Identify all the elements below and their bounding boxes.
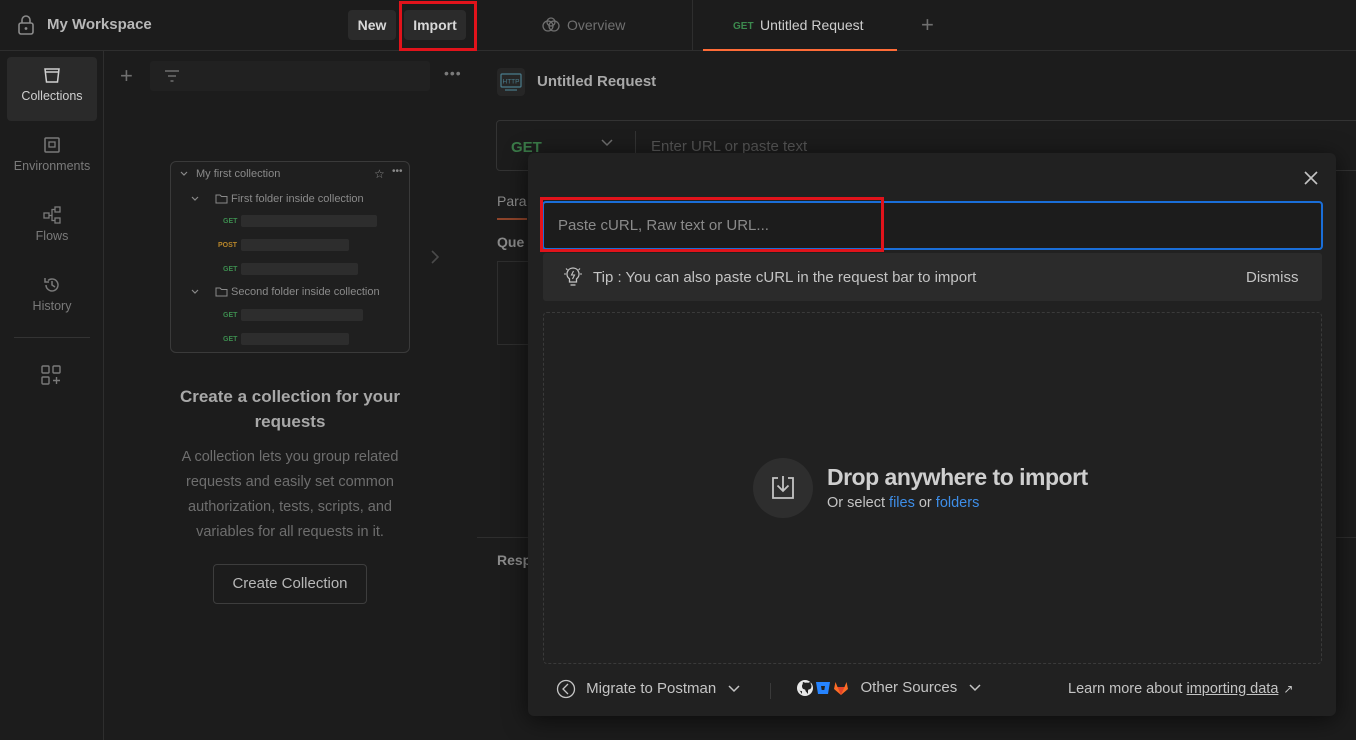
drop-sub-or: or [914,495,936,511]
preview-request-bar [241,333,349,345]
footer-divider [770,683,771,699]
top-bar: My Workspace New Import Overview GET Unt… [0,0,1356,51]
preview-request-bar [241,215,377,227]
rail-item-history[interactable]: History [7,267,97,331]
empty-state-title: Create a collection for your requests [179,387,401,431]
gitlab-icon [834,682,849,696]
create-collection-button[interactable]: Create Collection [213,564,367,604]
rail-item-flows[interactable]: Flows [7,197,97,261]
tab-untitled-request[interactable]: GET Untitled Request [703,0,897,51]
folder-icon [215,287,228,297]
collection-preview: My first collection ☆ ••• First folder i… [170,161,410,353]
chevron-down-icon [728,685,740,693]
close-icon[interactable] [1302,169,1320,187]
lightbulb-icon [564,267,582,286]
preview-folder-2: Second folder inside collection [231,286,380,298]
collections-icon [44,68,60,83]
learn-prefix: Learn more about [1068,681,1187,697]
import-icon [753,458,813,518]
tab-overview[interactable]: Overview [567,17,625,33]
preview-method: GET [223,336,238,343]
rail-divider [14,337,90,338]
chevron-down-icon [180,171,188,176]
importing-data-link[interactable]: importing data [1187,681,1279,697]
preview-method: GET [223,312,238,319]
svg-text:HTTP: HTTP [503,79,520,86]
other-sources-label: Other Sources [860,679,958,696]
bitbucket-icon [816,682,831,695]
query-params-heading: Que [497,234,525,250]
drop-zone[interactable]: Drop anywhere to import Or select files … [543,312,1322,664]
environments-icon [44,137,60,153]
rail-item-collections[interactable]: Collections [7,57,97,121]
left-rail: Collections Environments Flows History [0,51,104,740]
more-icon: ••• [392,166,403,177]
preview-method: GET [223,266,238,273]
preview-collection-name: My first collection [196,168,281,180]
params-underline [497,218,527,220]
http-icon: HTTP [497,68,525,96]
star-icon: ☆ [374,167,385,181]
migrate-to-postman-dropdown[interactable]: Migrate to Postman [556,679,740,699]
rail-label: Environments [13,159,91,173]
tab-method-badge: GET [733,21,754,32]
chevron-down-icon [191,289,199,294]
other-sources-dropdown[interactable]: Other Sources [796,679,981,697]
migrate-icon [556,679,576,699]
github-icon [797,680,813,697]
overview-icon [542,17,560,32]
tab-params[interactable]: Para [497,193,527,209]
migrate-label: Migrate to Postman [586,679,717,697]
preview-folder-1: First folder inside collection [231,193,364,205]
filter-icon [165,70,179,82]
new-button[interactable]: New [348,10,396,40]
collections-filter[interactable] [150,61,430,91]
learn-more: Learn more about importing data ↗ [1068,681,1293,697]
preview-method: POST [218,242,238,249]
tab-divider [692,0,693,51]
preview-request-bar [241,263,358,275]
tip-banner: Tip : You can also paste cURL in the req… [543,253,1322,301]
history-icon [44,278,59,292]
add-collection-plus-icon[interactable]: + [120,63,133,89]
tip-text: Tip : You can also paste cURL in the req… [593,269,977,286]
tab-label: Untitled Request [760,17,864,33]
lock-icon [18,15,34,35]
preview-method: GET [223,218,238,225]
empty-state-description: A collection lets you group related requ… [181,449,399,540]
paste-curl-input[interactable] [542,201,1323,250]
rail-label: Collections [21,89,83,103]
rail-label: History [32,299,72,313]
import-modal: Tip : You can also paste cURL in the req… [528,153,1336,716]
response-heading: Resp [497,552,532,568]
rail-label: Flows [35,229,69,243]
rail-item-environments[interactable]: Environments [7,127,97,191]
add-app-grid-icon[interactable] [40,364,62,386]
folder-icon [215,194,228,204]
collections-sidebar: + ••• My first collection ☆ ••• First fo… [104,51,476,740]
import-highlight-box [399,1,477,51]
preview-request-bar [241,309,363,321]
dismiss-button[interactable]: Dismiss [1246,269,1299,286]
chevron-down-icon [191,196,199,201]
workspace-name[interactable]: My Workspace [47,16,152,33]
chevron-down-icon [969,684,981,692]
request-title[interactable]: Untitled Request [537,73,656,90]
chevron-down-icon[interactable] [601,139,613,147]
select-folders-link[interactable]: folders [936,495,980,511]
more-options-icon[interactable]: ••• [444,65,462,81]
select-files-link[interactable]: files [889,495,915,511]
drop-subtitle: Or select files or folders [827,495,979,511]
drop-title: Drop anywhere to import [827,464,1088,490]
preview-request-bar [241,239,349,251]
chevron-right-icon[interactable] [430,249,440,265]
flows-icon [43,206,61,224]
drop-sub-prefix: Or select [827,495,890,511]
external-link-icon: ↗ [1283,682,1294,696]
new-tab-plus-icon[interactable]: + [921,12,934,38]
